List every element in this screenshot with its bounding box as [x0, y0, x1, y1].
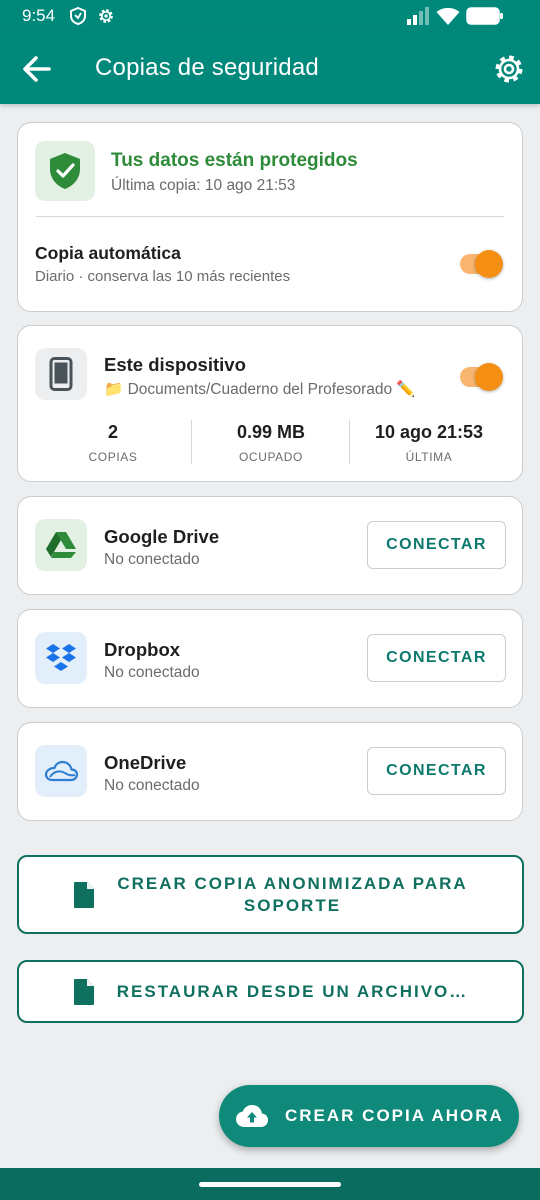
provider-status: No conectado	[104, 551, 200, 568]
device-title: Este dispositivo	[104, 354, 246, 375]
connect-onedrive-button[interactable]: CONECTAR	[367, 747, 506, 795]
stat-label: COPIAS	[88, 450, 138, 464]
provider-card-google-drive: Google Drive No conectado CONECTAR	[17, 496, 523, 595]
stat-separator	[191, 420, 192, 464]
status-bar: 9:54	[0, 0, 540, 32]
device-path: 📁 Documents/Cuaderno del Profesorado ✏️	[104, 381, 416, 398]
label-line: CREAR COPIA ANONIMIZADA PARA	[117, 873, 468, 893]
provider-name: Google Drive	[104, 526, 220, 547]
stat-last: 10 ago 21:53 ÚLTIMA	[351, 422, 507, 464]
protection-tile	[35, 141, 95, 201]
provider-tile	[35, 519, 87, 571]
device-card: Este dispositivo 📁 Documents/Cuaderno de…	[17, 325, 523, 482]
last-backup-text: Última copia: 10 ago 21:53	[111, 177, 296, 194]
button-label: RESTAURAR DESDE UN ARCHIVO…	[116, 981, 469, 1001]
provider-card-dropbox: Dropbox No conectado CONECTAR	[17, 609, 523, 708]
dropbox-icon	[46, 644, 76, 671]
provider-name: OneDrive	[104, 752, 187, 773]
device-toggle[interactable]	[460, 363, 503, 391]
label-line: SOPORTE	[243, 895, 342, 915]
provider-status: No conectado	[104, 664, 200, 681]
stat-copies: 2 COPIAS	[35, 422, 191, 464]
onedrive-icon	[44, 760, 78, 782]
document-icon	[74, 881, 95, 908]
battery-icon	[466, 7, 503, 25]
provider-tile	[35, 745, 87, 797]
phone-icon	[49, 357, 73, 391]
auto-backup-label: Copia automática	[35, 243, 181, 263]
create-anonymized-backup-button[interactable]: CREAR COPIA ANONIMIZADA PARA SOPORTE	[17, 855, 524, 934]
stat-value: 10 ago 21:53	[374, 422, 484, 442]
provider-tile	[35, 632, 87, 684]
shield-check-icon	[50, 153, 80, 189]
provider-name: Dropbox	[104, 639, 181, 660]
document-icon	[73, 978, 94, 1005]
toggle-knob	[475, 250, 503, 278]
button-label: CREAR COPIA ANONIMIZADA PARA SOPORTE	[117, 873, 467, 917]
divider	[36, 216, 504, 217]
toggle-knob	[475, 363, 503, 391]
vpn-shield-icon	[70, 6, 86, 26]
protection-title: Tus datos están protegidos	[111, 150, 358, 171]
stat-value: 2	[107, 422, 118, 442]
cloud-upload-icon	[236, 1105, 268, 1127]
connect-google-drive-button[interactable]: CONECTAR	[367, 521, 506, 569]
stat-separator	[349, 420, 350, 464]
status-time: 9:54	[22, 6, 56, 25]
google-drive-icon	[46, 532, 76, 558]
app-bar: Copias de seguridad	[0, 32, 540, 104]
settings-gear-icon[interactable]	[490, 50, 528, 88]
wifi-icon	[436, 7, 460, 25]
restore-from-file-button[interactable]: RESTAURAR DESDE UN ARCHIVO…	[17, 960, 524, 1023]
settings-status-icon	[99, 9, 113, 23]
auto-backup-detail: Diario · conserva las 10 más recientes	[35, 268, 291, 285]
page-title: Copias de seguridad	[95, 54, 319, 81]
device-tile	[35, 348, 87, 400]
auto-backup-toggle[interactable]	[460, 250, 503, 278]
provider-card-onedrive: OneDrive No conectado CONECTAR	[17, 722, 523, 821]
stat-value: 0.99 MB	[236, 422, 306, 442]
home-gesture-handle[interactable]	[199, 1182, 341, 1187]
protection-card: Tus datos están protegidos Última copia:…	[17, 122, 523, 312]
signal-icon	[407, 7, 429, 25]
stat-label: OCUPADO	[239, 450, 303, 464]
fab-label: CREAR COPIA AHORA	[285, 1106, 504, 1125]
create-backup-now-fab[interactable]: CREAR COPIA AHORA	[219, 1085, 519, 1147]
back-arrow-icon[interactable]	[18, 50, 56, 88]
stat-used: 0.99 MB OCUPADO	[193, 422, 349, 464]
stat-label: ÚLTIMA	[405, 450, 453, 464]
navigation-bar	[0, 1168, 540, 1200]
connect-dropbox-button[interactable]: CONECTAR	[367, 634, 506, 682]
provider-status: No conectado	[104, 777, 200, 794]
